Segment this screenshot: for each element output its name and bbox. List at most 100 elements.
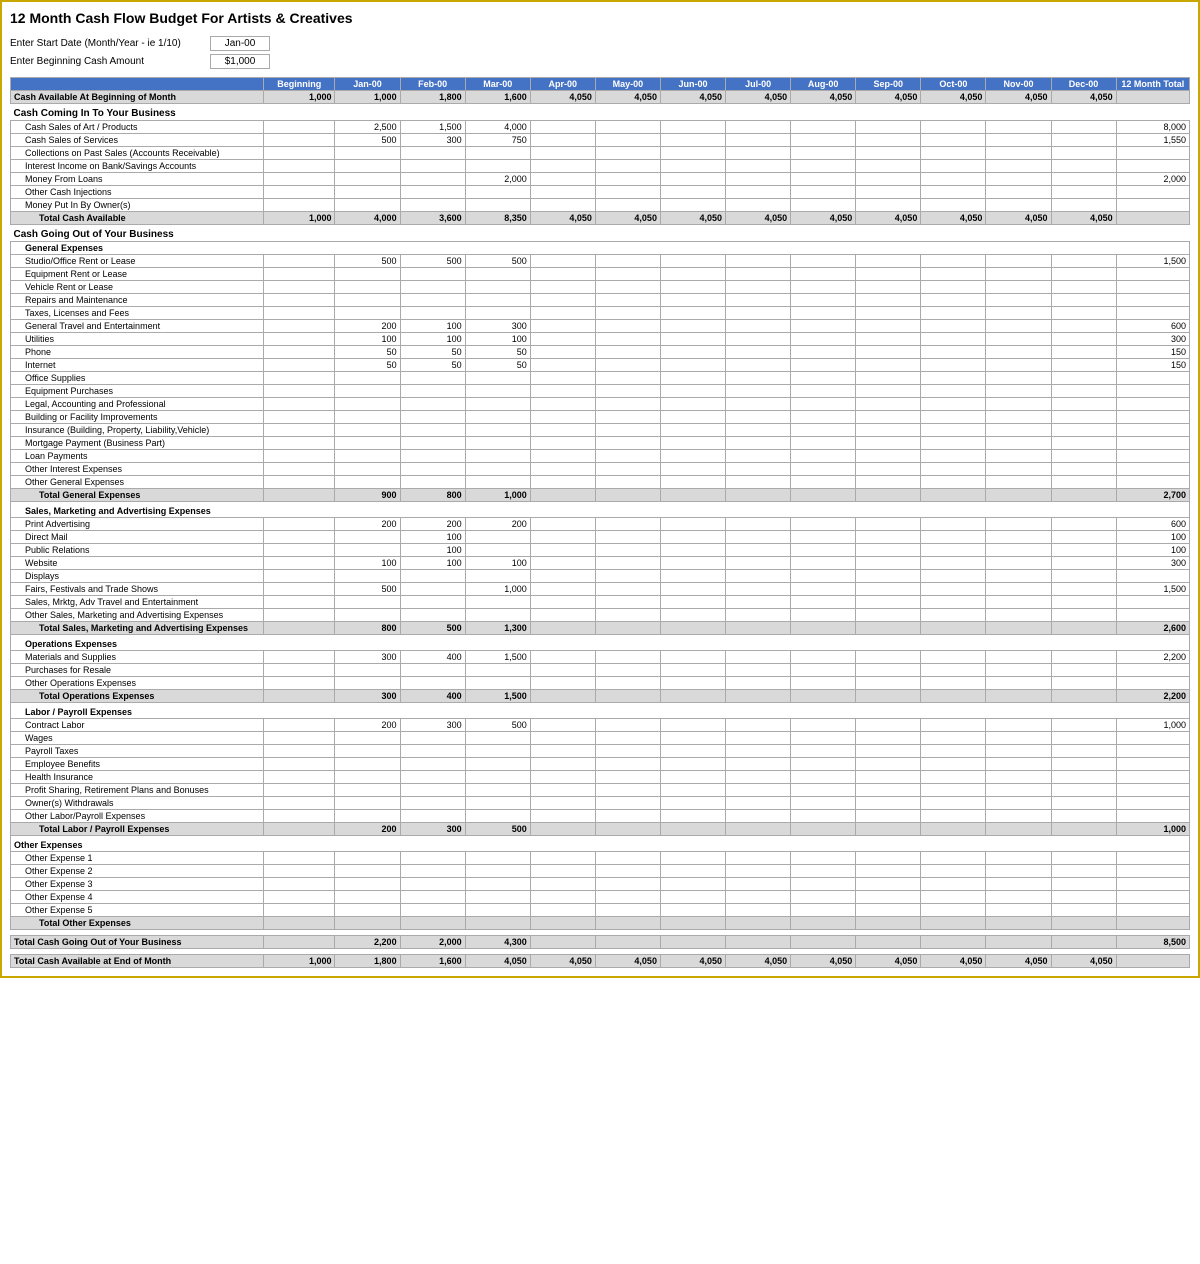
cab-jul[interactable]: 4,050 [726,91,791,104]
sm-fairs-row: Fairs, Festivals and Trade Shows 500 1,0… [11,583,1190,596]
cash-out-label: Cash Going Out of Your Business [11,225,1190,242]
header-may: May-00 [595,78,660,91]
gen-utilities-row: Utilities 100 100 100 300 [11,333,1190,346]
cab-aug[interactable]: 4,050 [791,91,856,104]
sm-pr-row: Public Relations 100 100 [11,544,1190,557]
cash-in-services-label: Cash Sales of Services [11,134,264,147]
gen-building-row: Building or Facility Improvements [11,411,1190,424]
cash-end-row: Total Cash Available at End of Month 1,0… [11,955,1190,968]
cash-flow-table: Beginning Jan-00 Feb-00 Mar-00 Apr-00 Ma… [10,77,1190,968]
cash-in-services-row: Cash Sales of Services 500 300 750 1,550 [11,134,1190,147]
cash-in-art-label: Cash Sales of Art / Products [11,121,264,134]
cab-apr[interactable]: 4,050 [530,91,595,104]
cash-in-other-row: Other Cash Injections [11,186,1190,199]
gen-internet-row: Internet 50 50 50 150 [11,359,1190,372]
total-labor-row: Total Labor / Payroll Expenses 200 300 5… [11,823,1190,836]
cash-in-art-feb[interactable]: 1,500 [400,121,465,134]
gen-studio-row: Studio/Office Rent or Lease 500 500 500 … [11,255,1190,268]
gen-equip-purchase-row: Equipment Purchases [11,385,1190,398]
ops-other-row: Other Operations Expenses [11,677,1190,690]
header-apr: Apr-00 [530,78,595,91]
cash-in-owners-row: Money Put In By Owner(s) [11,199,1190,212]
cash-out-section-header: Cash Going Out of Your Business [11,225,1190,242]
total-cash-available-label: Total Cash Available [11,212,264,225]
begin-cash-label: Enter Beginning Cash Amount [10,56,210,67]
cash-in-loans-row: Money From Loans 2,000 2,000 [11,173,1190,186]
cash-in-art-mar[interactable]: 4,000 [465,121,530,134]
cash-in-art-dec[interactable] [1051,121,1116,134]
sm-print-row: Print Advertising 200 200 200 600 [11,518,1190,531]
cash-available-begin-row: Cash Available At Beginning of Month 1,0… [11,91,1190,104]
total-cash-out-label: Total Cash Going Out of Your Business [11,936,264,949]
other-expenses-header: Other Expenses [11,836,1190,852]
cash-in-art-nov[interactable] [986,121,1051,134]
cab-total[interactable] [1116,91,1189,104]
gen-taxes-row: Taxes, Licenses and Fees [11,307,1190,320]
cash-in-art-jun[interactable] [660,121,725,134]
cash-end-label: Total Cash Available at End of Month [11,955,264,968]
labor-wages-row: Wages [11,732,1190,745]
cash-in-art-sep[interactable] [856,121,921,134]
cash-in-art-may[interactable] [595,121,660,134]
gen-legal-row: Legal, Accounting and Professional [11,398,1190,411]
labor-health-insurance-row: Health Insurance [11,771,1190,784]
total-sales-mktg-row: Total Sales, Marketing and Advertising E… [11,622,1190,635]
cab-mar[interactable]: 1,600 [465,91,530,104]
labor-owners-withdrawals-row: Owner(s) Withdrawals [11,797,1190,810]
cab-beginning[interactable]: 1,000 [264,91,335,104]
labor-header: Labor / Payroll Expenses [11,703,1190,719]
cab-nov[interactable]: 4,050 [986,91,1051,104]
other-exp5-row: Other Expense 5 [11,904,1190,917]
cash-in-art-apr[interactable] [530,121,595,134]
setup-section: Enter Start Date (Month/Year - ie 1/10) … [10,36,1190,69]
page-title: 12 Month Cash Flow Budget For Artists & … [10,10,1190,26]
cash-in-art-begin [264,121,335,134]
sm-website-row: Website 100 100 100 300 [11,557,1190,570]
total-other-expenses-row: Total Other Expenses [11,917,1190,930]
gen-mortgage-row: Mortgage Payment (Business Part) [11,437,1190,450]
start-date-label: Enter Start Date (Month/Year - ie 1/10) [10,38,210,49]
cab-dec[interactable]: 4,050 [1051,91,1116,104]
cash-in-art-jul[interactable] [726,121,791,134]
start-date-value[interactable]: Jan-00 [210,36,270,51]
gen-office-supplies-row: Office Supplies [11,372,1190,385]
sm-adv-travel-row: Sales, Mrktg, Adv Travel and Entertainme… [11,596,1190,609]
header-jun: Jun-00 [660,78,725,91]
cab-jun[interactable]: 4,050 [660,91,725,104]
total-general-expenses-row: Total General Expenses 900 800 1,000 2,7… [11,489,1190,502]
sm-other-row: Other Sales, Marketing and Advertising E… [11,609,1190,622]
cab-may[interactable]: 4,050 [595,91,660,104]
header-aug: Aug-00 [791,78,856,91]
cab-jan[interactable]: 1,000 [335,91,400,104]
gen-repairs-row: Repairs and Maintenance [11,294,1190,307]
other-exp2-row: Other Expense 2 [11,865,1190,878]
cash-in-label: Cash Coming In To Your Business [11,104,1190,121]
gen-equip-rent-row: Equipment Rent or Lease [11,268,1190,281]
cab-feb[interactable]: 1,800 [400,91,465,104]
ops-materials-row: Materials and Supplies 300 400 1,500 2,2… [11,651,1190,664]
cash-in-interest-row: Interest Income on Bank/Savings Accounts [11,160,1190,173]
cash-in-art-aug[interactable] [791,121,856,134]
cash-in-art-total[interactable]: 8,000 [1116,121,1189,134]
ops-resale-row: Purchases for Resale [11,664,1190,677]
other-exp4-row: Other Expense 4 [11,891,1190,904]
gen-vehicle-rent-row: Vehicle Rent or Lease [11,281,1190,294]
operations-header: Operations Expenses [11,635,1190,651]
other-exp1-row: Other Expense 1 [11,852,1190,865]
cash-in-section-header: Cash Coming In To Your Business [11,104,1190,121]
sm-direct-mail-row: Direct Mail 100 100 [11,531,1190,544]
header-dec: Dec-00 [1051,78,1116,91]
header-beginning: Beginning [264,78,335,91]
gen-insurance-row: Insurance (Building, Property, Liability… [11,424,1190,437]
total-cash-out-row: Total Cash Going Out of Your Business 2,… [11,936,1190,949]
cash-in-art-jan[interactable]: 2,500 [335,121,400,134]
header-sep: Sep-00 [856,78,921,91]
cab-oct[interactable]: 4,050 [921,91,986,104]
cash-in-art-oct[interactable] [921,121,986,134]
labor-contract-row: Contract Labor 200 300 500 1,000 [11,719,1190,732]
begin-cash-value[interactable]: $1,000 [210,54,270,69]
gen-other-general-row: Other General Expenses [11,476,1190,489]
header-oct: Oct-00 [921,78,986,91]
header-feb: Feb-00 [400,78,465,91]
cab-sep[interactable]: 4,050 [856,91,921,104]
